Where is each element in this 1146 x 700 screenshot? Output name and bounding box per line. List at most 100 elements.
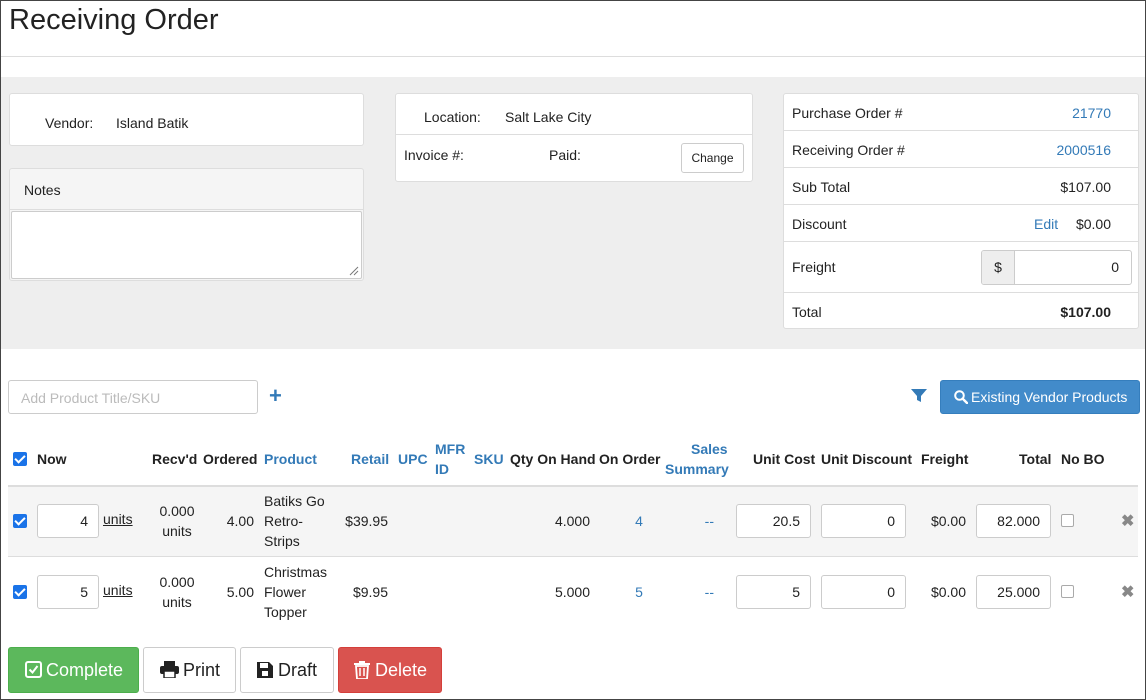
unit-cost-input[interactable]: 5 — [736, 575, 811, 609]
product-name-line: Christmas — [264, 564, 328, 580]
freight-currency-addon: $ — [982, 251, 1015, 284]
line-total-input[interactable]: 25.000 — [976, 575, 1051, 609]
ordered-value: 5.00 — [226, 584, 254, 600]
qty-on-hand-value: 5.000 — [554, 584, 590, 600]
subtotal-label: Sub Total — [792, 179, 851, 195]
filter-icon[interactable] — [911, 389, 927, 403]
line-total-input[interactable]: 82.000 — [976, 504, 1051, 538]
invoice-label: Invoice #: — [404, 147, 464, 163]
product-name-line: Strips — [264, 533, 300, 549]
col-mfr[interactable]: MFR — [435, 439, 465, 459]
col-unit-cost: Unit Cost — [753, 451, 816, 467]
now-qty-input[interactable]: 4 — [37, 504, 99, 538]
vendor-label: Vendor: — [45, 115, 94, 131]
page-title: Receiving Order — [9, 4, 219, 36]
discount-edit-link[interactable]: Edit — [1034, 216, 1058, 232]
discount-value: $0.00 — [1075, 216, 1111, 232]
checkbox-icon — [25, 661, 42, 678]
col-on-order: On Order — [599, 451, 661, 467]
plus-icon[interactable]: + — [269, 385, 282, 407]
col-recvd: Recv'd — [152, 451, 198, 467]
on-order-link[interactable]: 4 — [628, 511, 650, 531]
col-qty-on-hand: Qty On Hand — [510, 451, 596, 467]
complete-button[interactable]: Complete — [8, 647, 139, 693]
qty-on-hand-value: 4.000 — [554, 513, 590, 529]
recvd-units: units — [162, 523, 192, 539]
col-sku[interactable]: SKU — [474, 449, 504, 469]
freight-value: $0.00 — [930, 584, 966, 600]
close-icon[interactable]: ✖ — [1121, 511, 1134, 531]
total-value: $107.00 — [1060, 304, 1111, 320]
ro-label: Receiving Order # — [792, 142, 905, 158]
unit-discount-input[interactable]: 0 — [821, 504, 906, 538]
unit-discount-input[interactable]: 0 — [821, 575, 906, 609]
product-name-line: Retro- — [264, 513, 303, 529]
search-icon — [954, 390, 968, 404]
ro-link[interactable]: 2000516 — [1056, 142, 1111, 158]
col-upc[interactable]: UPC — [398, 449, 428, 469]
col-mfr-id[interactable]: ID — [435, 459, 449, 479]
location-value: Salt Lake City — [505, 109, 592, 125]
sales-summary-link[interactable]: -- — [680, 511, 714, 531]
print-button[interactable]: Print — [143, 647, 236, 693]
select-all-checkbox[interactable] — [13, 452, 27, 466]
freight-value: $0.00 — [930, 513, 966, 529]
vendor-panel: Vendor: Island Batik — [9, 93, 364, 146]
product-name-line: Topper — [264, 604, 307, 620]
sales-summary-link[interactable]: -- — [680, 582, 714, 602]
units-link[interactable]: units — [103, 511, 133, 527]
ordered-value: 4.00 — [226, 513, 254, 529]
subtotal-value: $107.00 — [1060, 179, 1111, 195]
delete-button[interactable]: Delete — [338, 647, 442, 693]
add-product-input[interactable]: Add Product Title/SKU — [8, 380, 258, 414]
freight-input[interactable]: 0 — [1015, 251, 1131, 284]
now-qty-input[interactable]: 5 — [37, 575, 99, 609]
row-select-checkbox[interactable] — [13, 514, 27, 528]
no-backorder-checkbox[interactable] — [1061, 585, 1074, 598]
col-sales[interactable]: Sales — [691, 439, 728, 459]
printer-icon — [160, 661, 179, 678]
print-label: Print — [183, 660, 221, 680]
col-retail[interactable]: Retail — [351, 449, 389, 469]
freight-row: Freight $ 0 — [784, 242, 1138, 293]
col-sales-summary[interactable]: Summary — [665, 459, 729, 479]
no-backorder-checkbox[interactable] — [1061, 514, 1074, 527]
existing-vendor-products-button[interactable]: Existing Vendor Products — [940, 380, 1140, 414]
on-order-link[interactable]: 5 — [628, 582, 650, 602]
col-ordered: Ordered — [203, 451, 258, 467]
recvd-value: 0.000 — [159, 503, 195, 519]
po-link[interactable]: 21770 — [1072, 105, 1111, 121]
po-label: Purchase Order # — [792, 105, 903, 121]
col-now: Now — [37, 451, 67, 467]
resize-grip-icon[interactable] — [347, 264, 359, 276]
discount-label: Discount — [792, 216, 847, 232]
ro-row: Receiving Order # 2000516 — [784, 131, 1138, 168]
subtotal-row: Sub Total $107.00 — [784, 168, 1138, 205]
close-icon[interactable]: ✖ — [1121, 582, 1134, 602]
col-total: Total — [1019, 451, 1052, 467]
floppy-disk-icon — [257, 662, 273, 678]
discount-row: Discount Edit $0.00 — [784, 205, 1138, 242]
paid-label: Paid: — [549, 147, 581, 163]
location-panel: Location: Salt Lake City Invoice #: Paid… — [395, 93, 753, 182]
order-summary-panel: Purchase Order # 21770 Receiving Order #… — [783, 93, 1139, 329]
notes-panel: Notes — [9, 168, 364, 281]
retail-value: $9.95 — [352, 584, 388, 600]
unit-cost-input[interactable]: 20.5 — [736, 504, 811, 538]
product-name-line: Batiks Go — [264, 493, 325, 509]
trash-icon — [354, 661, 370, 679]
notes-textarea[interactable] — [11, 211, 362, 279]
draft-label: Draft — [278, 660, 318, 680]
title-divider — [1, 56, 1145, 57]
complete-label: Complete — [46, 660, 124, 680]
delete-label: Delete — [375, 660, 428, 680]
col-product[interactable]: Product — [264, 449, 317, 469]
col-unit-discount: Unit Discount — [821, 451, 912, 467]
draft-button[interactable]: Draft — [240, 647, 334, 693]
freight-input-group: $ 0 — [981, 250, 1132, 285]
retail-value: $39.95 — [345, 513, 388, 529]
units-link[interactable]: units — [103, 582, 133, 598]
change-button[interactable]: Change — [681, 143, 744, 173]
recvd-units: units — [162, 594, 192, 610]
row-select-checkbox[interactable] — [13, 585, 27, 599]
